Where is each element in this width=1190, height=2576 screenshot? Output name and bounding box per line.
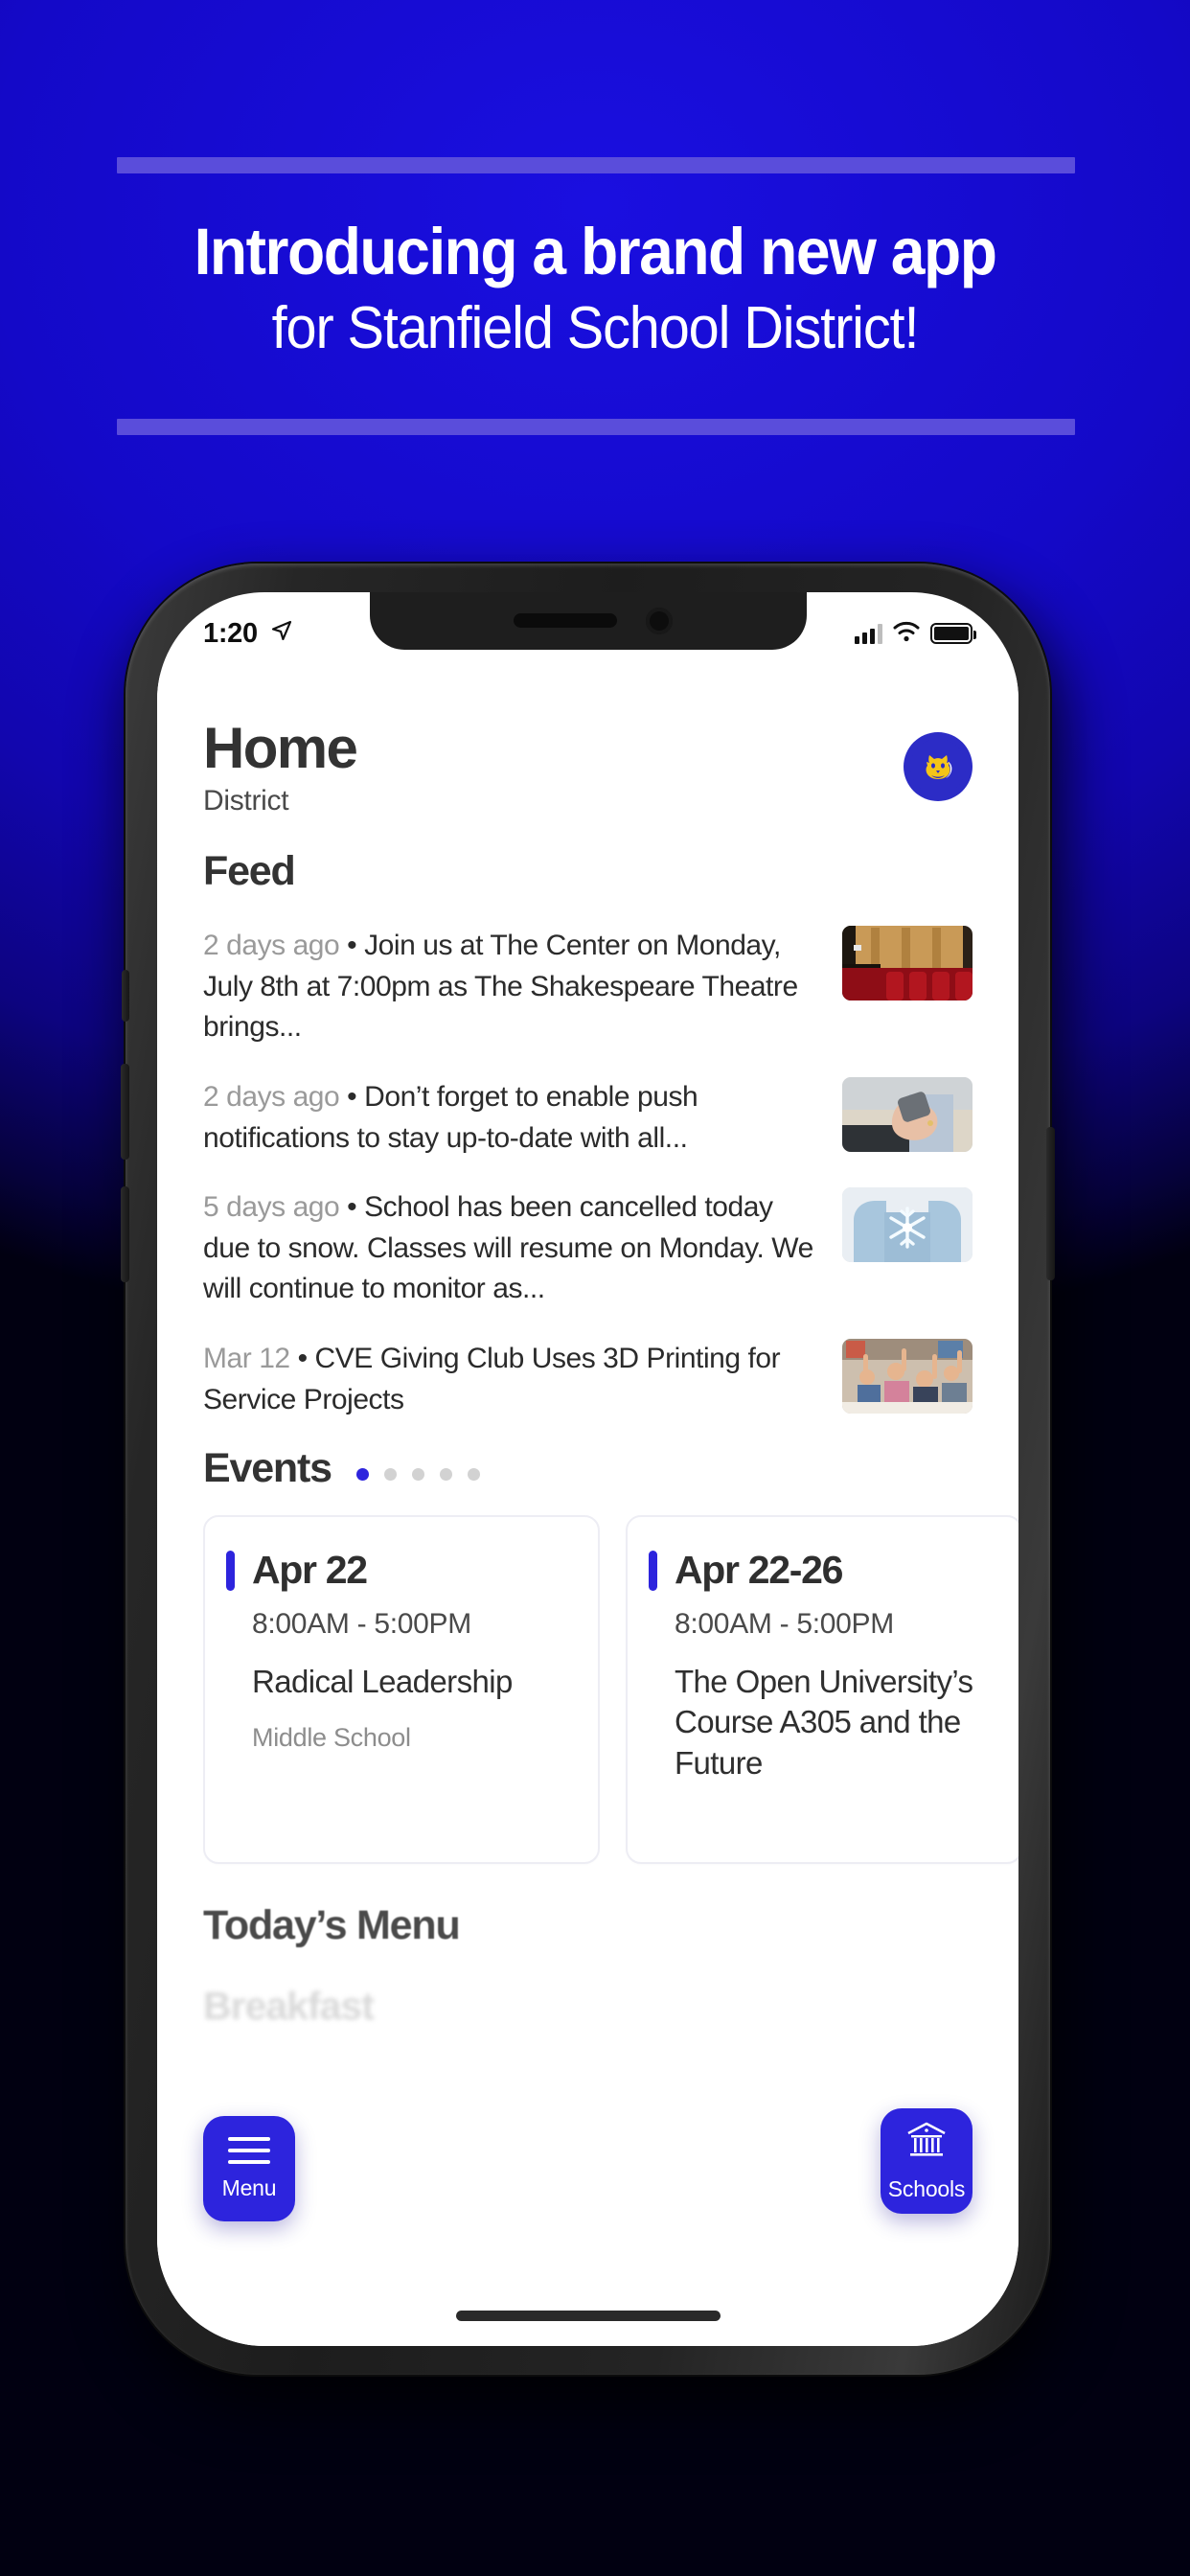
snowflake-mittens-image <box>842 1187 973 1263</box>
events-section: Events Apr 22 8:00AM - 5:00PM Radical Le… <box>157 1445 1018 1865</box>
feed-item-body: CVE Giving Club Uses 3D Printing for Ser… <box>203 1342 781 1415</box>
pagination-dot[interactable] <box>383 1468 397 1482</box>
silent-switch[interactable] <box>122 970 129 1022</box>
hamburger-menu-icon <box>228 2136 270 2164</box>
status-bar-right <box>855 621 976 647</box>
feed-item[interactable]: 2 days ago • Don’t forget to enable push… <box>203 1064 973 1174</box>
status-time: 1:20 <box>203 617 258 649</box>
feed-item-time: Mar 12 <box>203 1342 290 1374</box>
promo-subtitle: for Stanfield School District! <box>271 295 920 361</box>
district-tiger-logo[interactable] <box>904 732 973 801</box>
wifi-icon <box>893 621 920 647</box>
event-name: The Open University’s Course A305 and th… <box>675 1664 973 1781</box>
events-section-title: Events <box>203 1445 332 1492</box>
event-card[interactable]: Apr 22-26 8:00AM - 5:00PM The Open Unive… <box>626 1515 1018 1865</box>
todays-menu-title: Today’s Menu <box>203 1902 461 1949</box>
event-accent-bar <box>649 1550 657 1591</box>
feed-item-text: 2 days ago • Join us at The Center on Mo… <box>203 926 819 1048</box>
schools-fab-button[interactable]: Schools <box>881 2108 973 2214</box>
feed-item-time: 2 days ago <box>203 1080 340 1113</box>
feed-item-time: 5 days ago <box>203 1191 340 1224</box>
feed-section: Feed 2 days ago • Join us at The Center … <box>157 848 1018 1436</box>
events-pagination-dots[interactable] <box>355 1457 480 1482</box>
todays-menu-meal: Breakfast <box>203 1984 375 2029</box>
feed-section-title: Feed <box>203 848 296 895</box>
bank-building-icon <box>904 2120 950 2165</box>
pagination-dot[interactable] <box>411 1468 424 1482</box>
schools-fab-label: Schools <box>887 2176 966 2201</box>
feed-item[interactable]: 2 days ago • Join us at The Center on Mo… <box>203 912 973 1064</box>
feed-item-separator: • <box>347 1080 357 1113</box>
battery-full-icon <box>930 623 976 644</box>
event-time: 8:00AM - 5:00PM <box>252 1608 471 1641</box>
phone-screen: 1:20 Home District Feed 2 days ago • Joi… <box>157 592 1018 2346</box>
promo-rule-bottom <box>117 419 1075 435</box>
app-content: Home District Feed 2 days ago • Join us … <box>157 675 1018 2346</box>
phone-body: 1:20 Home District Feed 2 days ago • Joi… <box>121 564 1055 2375</box>
event-name: Radical Leadership <box>252 1664 513 1700</box>
event-location: Middle School <box>252 1723 411 1753</box>
pagination-dot[interactable] <box>439 1468 452 1482</box>
page-title: Home <box>203 716 358 780</box>
feed-item-text: Mar 12 • CVE Giving Club Uses 3D Printin… <box>203 1339 819 1420</box>
menu-fab-button[interactable]: Menu <box>203 2116 295 2221</box>
app-header-titles: Home District <box>203 716 358 817</box>
event-accent-bar <box>226 1550 235 1591</box>
app-header: Home District <box>157 675 1018 817</box>
event-date: Apr 22-26 <box>675 1548 843 1593</box>
todays-menu-section: Today’s Menu Breakfast <box>157 1902 1018 2029</box>
event-time: 8:00AM - 5:00PM <box>675 1608 894 1641</box>
home-indicator[interactable] <box>455 2311 721 2321</box>
events-carousel[interactable]: Apr 22 8:00AM - 5:00PM Radical Leadershi… <box>203 1515 1018 1865</box>
feed-item[interactable]: 5 days ago • School has been cancelled t… <box>203 1174 973 1325</box>
feed-item[interactable]: Mar 12 • CVE Giving Club Uses 3D Printin… <box>203 1325 973 1436</box>
feed-item-time: 2 days ago <box>203 930 340 962</box>
status-bar: 1:20 <box>157 592 1018 675</box>
pagination-dot[interactable] <box>467 1468 480 1482</box>
page-subtitle: District <box>203 785 289 817</box>
cellular-bars-icon <box>855 623 882 644</box>
status-bar-left: 1:20 <box>203 618 293 650</box>
location-arrow-icon <box>270 618 293 650</box>
pagination-dot-active[interactable] <box>355 1468 369 1482</box>
promo-rule-top <box>117 157 1075 173</box>
event-date-row: Apr 22 <box>226 1548 573 1593</box>
events-header: Events <box>203 1445 1018 1492</box>
event-card[interactable]: Apr 22 8:00AM - 5:00PM Radical Leadershi… <box>203 1515 600 1865</box>
event-date-row: Apr 22-26 <box>649 1548 995 1593</box>
feed-item-separator: • <box>297 1342 309 1374</box>
event-date: Apr 22 <box>252 1548 368 1593</box>
feed-item-separator: • <box>347 930 357 962</box>
feed-item-text: 5 days ago • School has been cancelled t… <box>203 1187 819 1310</box>
power-button[interactable] <box>1046 1127 1055 1280</box>
feed-item-text: 2 days ago • Don’t forget to enable push… <box>203 1077 819 1159</box>
feed-item-separator: • <box>347 1191 357 1224</box>
promo-header: Introducing a brand new app for Stanfiel… <box>0 0 1190 498</box>
hands-phone-image <box>842 1076 973 1152</box>
volume-up-button[interactable] <box>121 1064 129 1160</box>
classroom-students-image <box>842 1338 973 1414</box>
menu-fab-label: Menu <box>221 2174 277 2200</box>
volume-down-button[interactable] <box>121 1186 129 1282</box>
promo-title: Introducing a brand new app <box>194 215 997 288</box>
phone-mockup: 1:20 Home District Feed 2 days ago • Joi… <box>121 564 1071 2413</box>
theatre-seats-image <box>842 926 973 1001</box>
